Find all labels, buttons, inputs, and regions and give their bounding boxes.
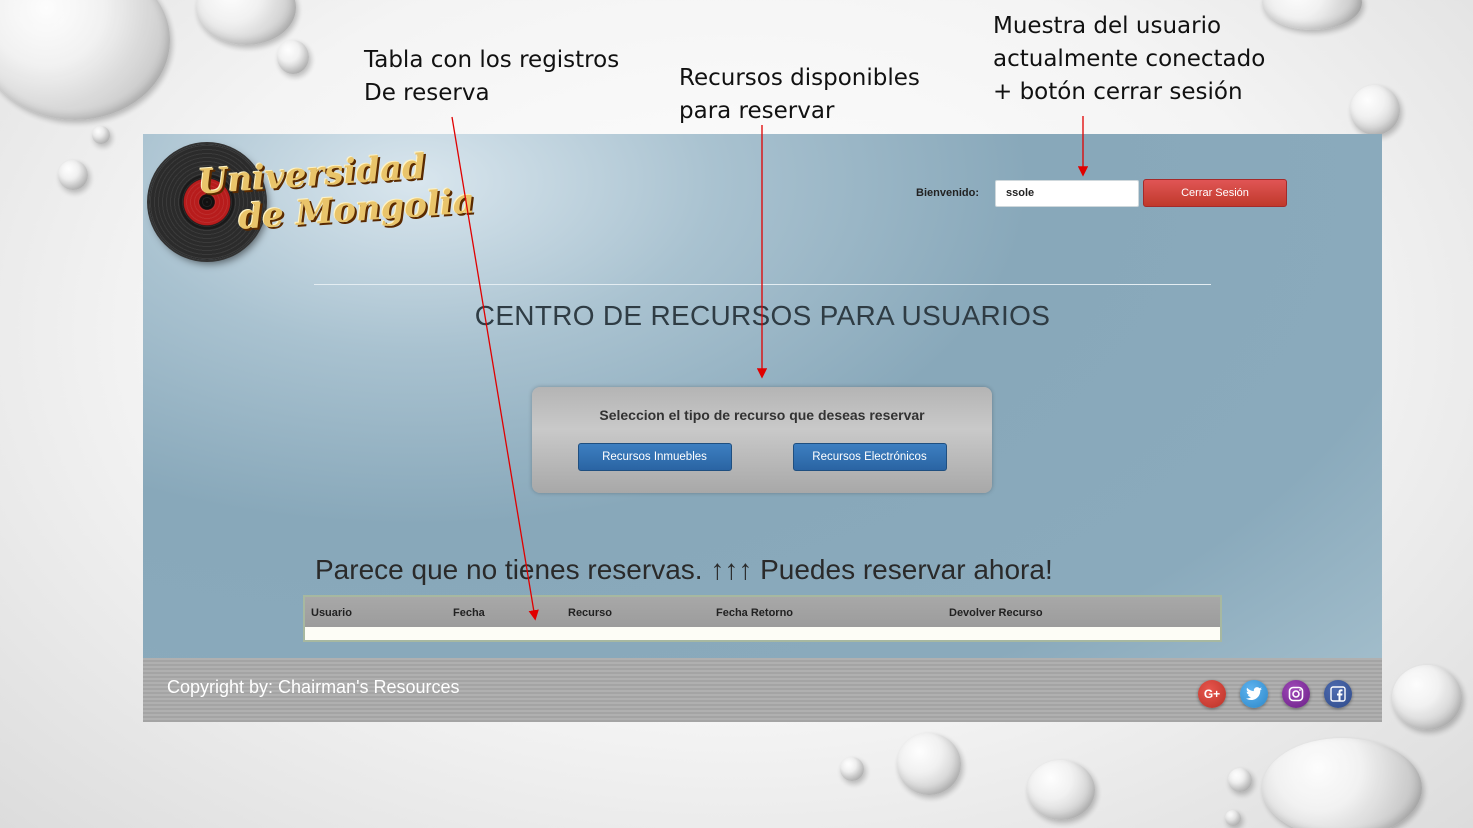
username-field[interactable] bbox=[995, 179, 1139, 207]
annotation-line: Muestra del usuario bbox=[993, 13, 1222, 39]
annotation-line: actualmente conectado bbox=[993, 46, 1266, 72]
facebook-icon[interactable] bbox=[1324, 680, 1352, 708]
copyright-text: Copyright by: Chairman's Resources bbox=[167, 677, 460, 697]
water-drop-decoration bbox=[1027, 760, 1095, 820]
column-header-fecha[interactable]: Fecha bbox=[453, 607, 485, 619]
column-header-devolver-recurso[interactable]: Devolver Recurso bbox=[949, 607, 1043, 619]
panel-buttons: Recursos Inmuebles Recursos Electrónicos bbox=[532, 443, 992, 471]
annotation-user-note: Muestra del usuario actualmente conectad… bbox=[993, 10, 1265, 109]
twitter-icon[interactable] bbox=[1240, 680, 1268, 708]
app-window: Universidad de Mongolia Bienvenido: Cerr… bbox=[143, 134, 1382, 722]
panel-title: Seleccion el tipo de recurso que deseas … bbox=[599, 407, 925, 423]
social-links: G+ bbox=[1198, 680, 1352, 708]
water-drop-decoration bbox=[897, 733, 961, 795]
water-drop-decoration bbox=[277, 40, 309, 74]
real-estate-resources-button[interactable]: Recursos Inmuebles bbox=[577, 443, 732, 471]
annotation-resources-note: Recursos disponibles para reservar bbox=[679, 62, 920, 128]
table-header: Usuario Fecha Recurso Fecha Retorno Devo… bbox=[305, 597, 1220, 627]
logout-button[interactable]: Cerrar Sesión bbox=[1143, 179, 1287, 207]
water-drop-decoration bbox=[1262, 0, 1362, 30]
water-drop-decoration bbox=[1350, 85, 1400, 135]
column-header-fecha-retorno[interactable]: Fecha Retorno bbox=[716, 607, 793, 619]
user-session-bar: Bienvenido: Cerrar Sesión bbox=[916, 179, 1287, 207]
google-plus-icon[interactable]: G+ bbox=[1198, 680, 1226, 708]
column-header-usuario[interactable]: Usuario bbox=[311, 607, 352, 619]
annotation-line: para reservar bbox=[679, 98, 835, 124]
electronic-resources-button[interactable]: Recursos Electrónicos bbox=[792, 443, 947, 471]
no-reservations-message: Parece que no tienes reservas. ↑↑↑ Puede… bbox=[315, 554, 1053, 585]
annotation-line: + botón cerrar sesión bbox=[993, 79, 1243, 105]
water-drop-decoration bbox=[58, 160, 88, 190]
water-drop-decoration bbox=[196, 0, 296, 45]
footer: Copyright by: Chairman's Resources G+ bbox=[143, 658, 1382, 722]
instagram-icon[interactable] bbox=[1282, 680, 1310, 708]
resource-type-panel: Seleccion el tipo de recurso que deseas … bbox=[532, 387, 992, 493]
water-drop-decoration bbox=[840, 757, 864, 781]
water-drop-decoration bbox=[92, 126, 110, 144]
reservations-table: Usuario Fecha Recurso Fecha Retorno Devo… bbox=[303, 595, 1222, 642]
water-drop-decoration bbox=[1228, 768, 1252, 792]
water-drop-decoration bbox=[1225, 810, 1241, 826]
annotation-line: Recursos disponibles bbox=[679, 65, 920, 91]
water-drop-decoration bbox=[1262, 738, 1422, 828]
page-title: CENTRO DE RECURSOS PARA USUARIOS bbox=[474, 300, 1051, 331]
water-drop-decoration bbox=[0, 0, 170, 120]
logo-text: Universidad de Mongolia bbox=[197, 145, 476, 240]
welcome-label: Bienvenido: bbox=[916, 187, 979, 199]
header-divider bbox=[314, 284, 1211, 285]
university-logo[interactable]: Universidad de Mongolia bbox=[149, 140, 476, 265]
annotation-line: Tabla con los registros bbox=[364, 47, 620, 73]
column-header-recurso[interactable]: Recurso bbox=[568, 607, 612, 619]
annotation-table-note: Tabla con los registros De reserva bbox=[364, 44, 619, 110]
water-drop-decoration bbox=[1392, 665, 1462, 730]
annotation-line: De reserva bbox=[364, 80, 490, 106]
